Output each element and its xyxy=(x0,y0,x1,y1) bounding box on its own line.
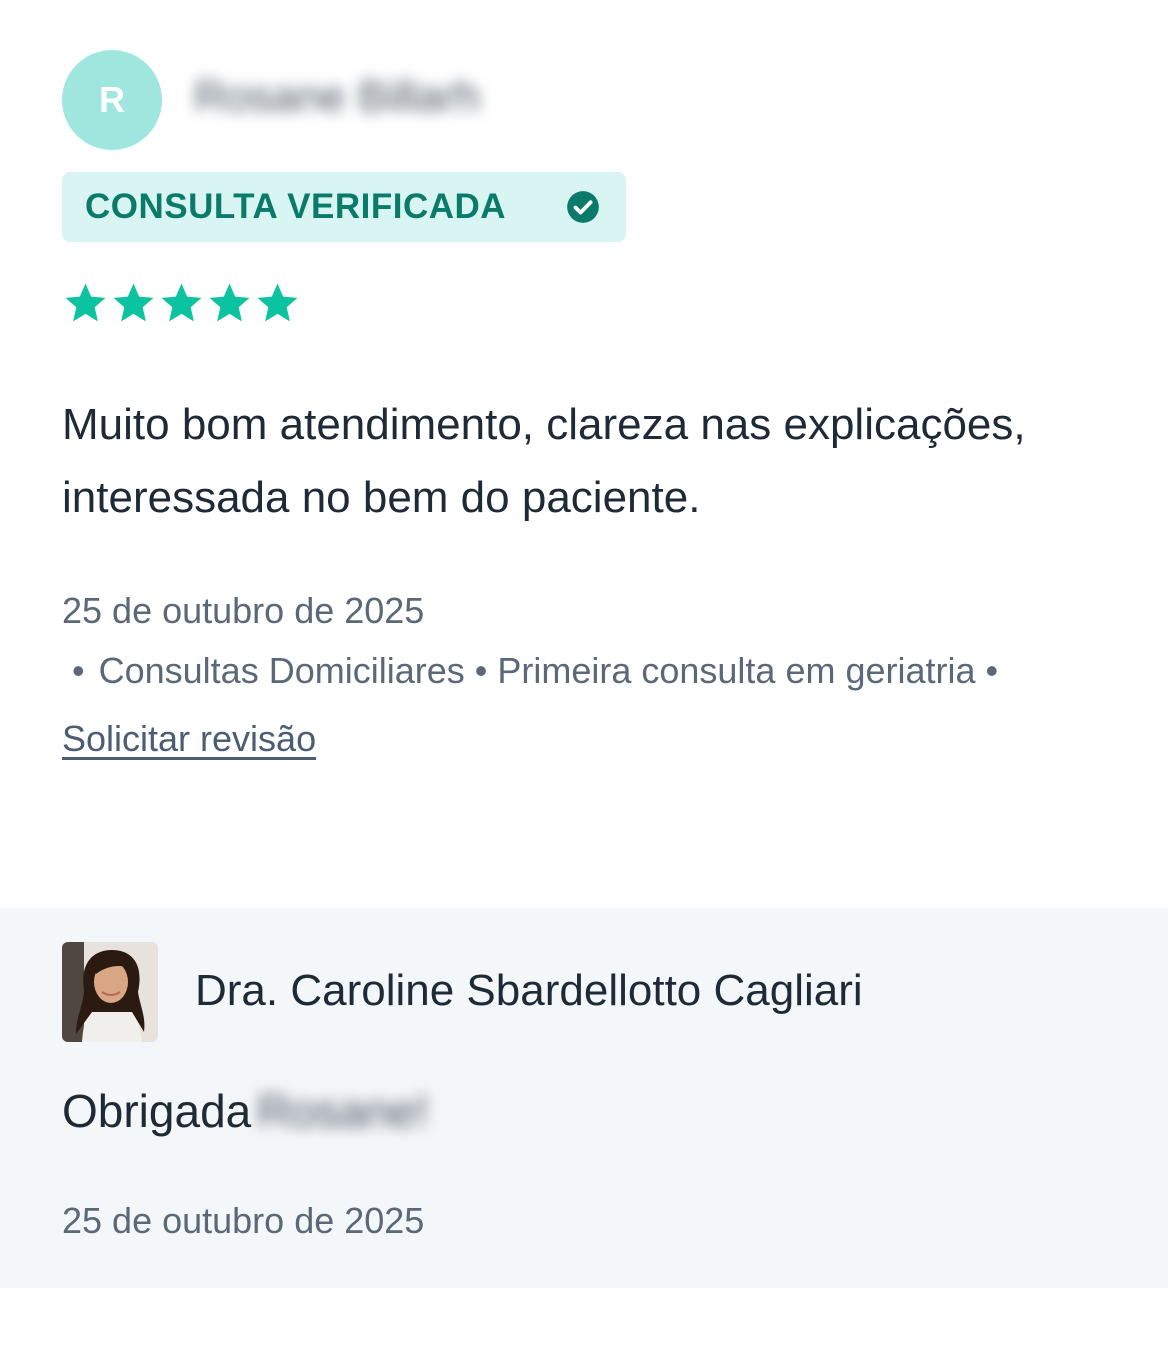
star-icon xyxy=(65,283,106,322)
request-review-link[interactable]: Solicitar revisão xyxy=(62,718,316,760)
star-icon xyxy=(209,283,250,322)
reply-text: Obrigada Rosane! xyxy=(62,1084,429,1138)
review-text: Muito bom atendimento, clareza nas expli… xyxy=(62,400,1026,522)
service-home-visits: Consultas Domiciliares xyxy=(98,650,465,691)
service-first-consultation: Primeira consulta em geriatria xyxy=(497,650,976,691)
review-date: 25 de outubro de 2025 xyxy=(62,590,425,631)
verified-check-icon xyxy=(567,191,599,223)
review-services: • Consultas Domiciliares • Primeira consult… xyxy=(62,650,1008,692)
reply-date: 25 de outubro de 2025 xyxy=(62,1200,425,1241)
reviewer-avatar: R xyxy=(62,50,162,150)
review-card: R Rosane Billarh CONSULTA VERIFICADA Mui… xyxy=(0,0,1168,908)
separator: • xyxy=(985,650,999,691)
star-icon xyxy=(257,283,298,322)
reviewer-name: Rosane Billarh xyxy=(194,72,481,121)
reply-blurred-name: Rosane! xyxy=(257,1085,429,1137)
verified-consultation-badge: CONSULTA VERIFICADA xyxy=(62,172,626,242)
reply-text-prefix: Obrigada xyxy=(62,1085,252,1137)
star-icon xyxy=(161,283,202,322)
badge-label: CONSULTA VERIFICADA xyxy=(85,187,507,226)
separator: • xyxy=(72,650,85,691)
doctor-photo xyxy=(62,942,158,1042)
star-icon xyxy=(113,283,154,322)
rating-stars xyxy=(62,280,301,327)
doctor-photo-image xyxy=(62,942,158,1042)
separator: • xyxy=(474,650,488,691)
doctor-name: Dra. Caroline Sbardellotto Cagliari xyxy=(195,966,863,1015)
